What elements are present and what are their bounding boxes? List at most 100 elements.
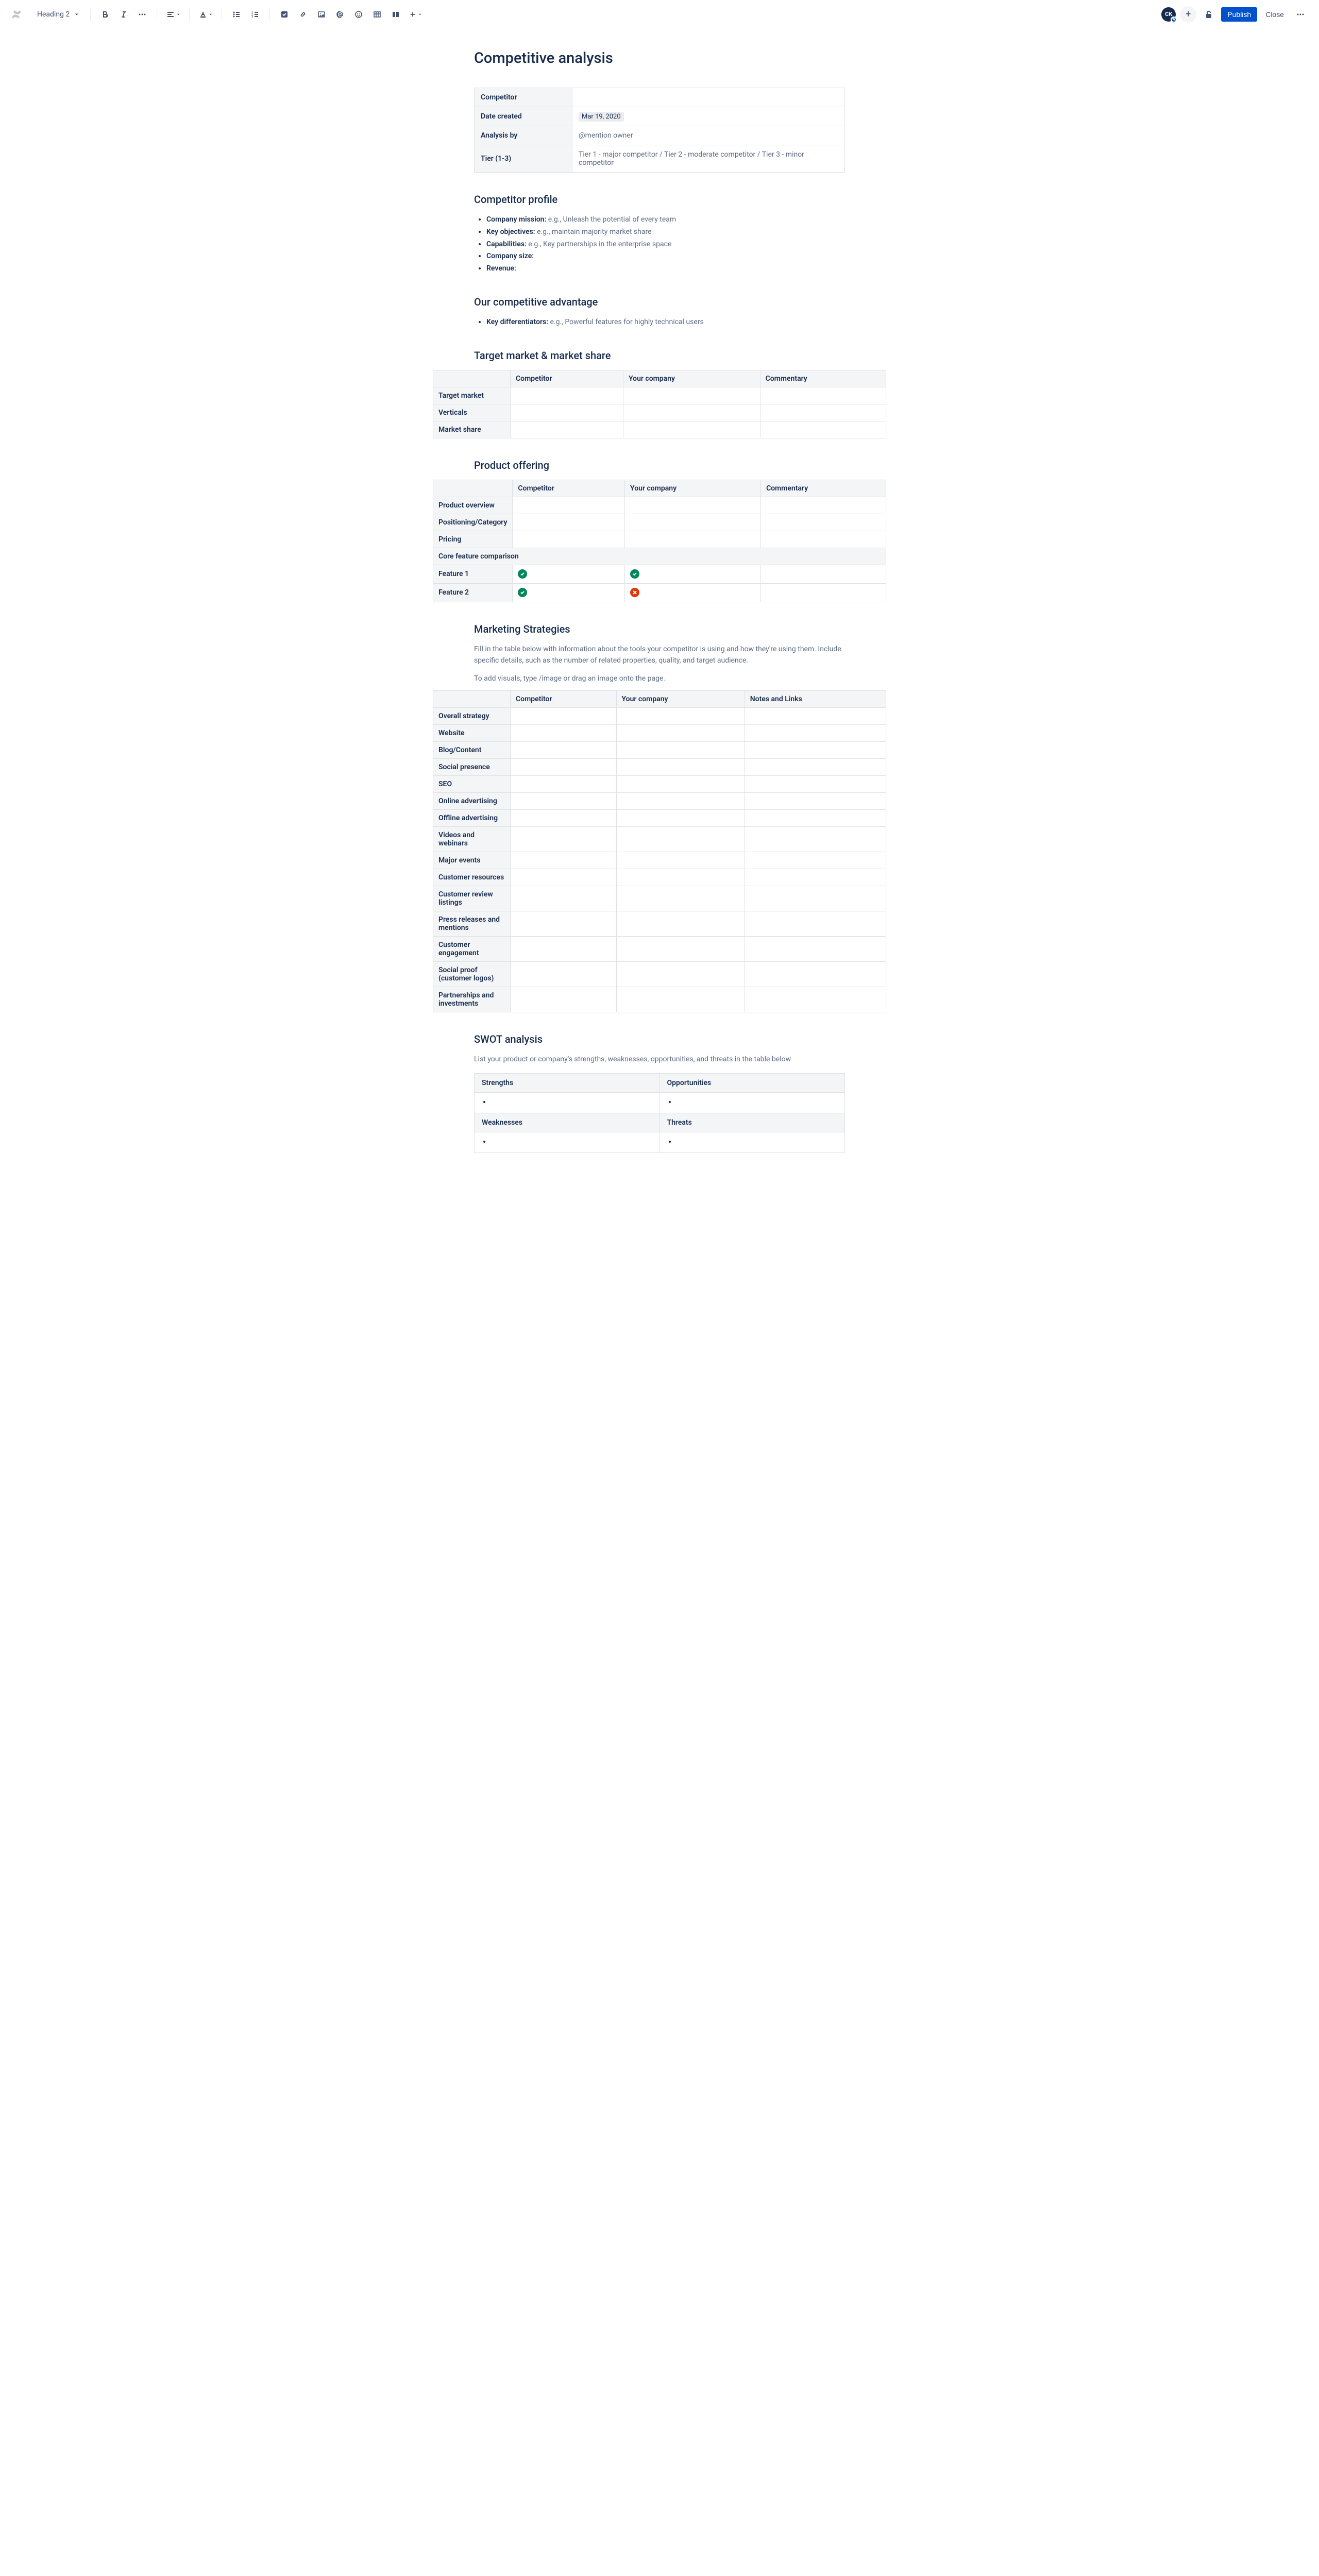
table-row-label[interactable]: Customer resources (433, 869, 511, 886)
more-formatting-button[interactable] (134, 6, 150, 23)
table-cell[interactable] (511, 404, 623, 421)
marketing-table[interactable]: Competitor Your company Notes and Links … (433, 690, 886, 1012)
mention-placeholder[interactable]: @mention owner (579, 131, 633, 140)
table-header[interactable]: Your company (616, 690, 745, 707)
table-cell[interactable] (511, 886, 617, 911)
text-style-select[interactable]: Heading 2 (33, 8, 84, 21)
swot-cell[interactable] (475, 1132, 660, 1153)
section-heading-product-offering[interactable]: Product offering (474, 459, 845, 471)
table-cell[interactable] (513, 497, 625, 514)
table-cell[interactable] (745, 961, 886, 987)
table-cell[interactable] (616, 961, 745, 987)
table-header[interactable]: Competitor (513, 480, 625, 497)
table-cell[interactable] (623, 404, 760, 421)
target-market-table[interactable]: Competitor Your company Commentary Targe… (433, 370, 886, 438)
table-header[interactable]: Notes and Links (745, 690, 886, 707)
table-cell[interactable] (616, 936, 745, 961)
table-row-label[interactable]: Market share (433, 421, 511, 438)
table-cell[interactable] (511, 758, 617, 775)
invite-button[interactable]: + (1180, 6, 1196, 23)
restrictions-button[interactable] (1200, 6, 1217, 23)
table-row-label[interactable]: Videos and webinars (433, 826, 511, 852)
date-chip[interactable]: Mar 19, 2020 (579, 112, 624, 122)
table-row-label[interactable]: Feature 1 (433, 565, 513, 583)
table-cell[interactable] (761, 531, 886, 548)
table-cell[interactable] (511, 987, 617, 1012)
table-header[interactable]: Commentary (760, 370, 886, 387)
table-cell[interactable] (616, 809, 745, 826)
table-cell[interactable] (511, 741, 617, 758)
table-header[interactable]: Your company (625, 480, 761, 497)
section-heading-competitor-profile[interactable]: Competitor profile (474, 193, 845, 206)
table-cell[interactable] (616, 886, 745, 911)
swot-cell[interactable] (660, 1093, 845, 1113)
table-row-label[interactable]: Press releases and mentions (433, 911, 511, 936)
align-button[interactable] (163, 6, 183, 23)
table-cell[interactable] (625, 497, 761, 514)
info-label[interactable]: Analysis by (475, 126, 572, 145)
table-cell[interactable] (625, 514, 761, 531)
section-heading-marketing[interactable]: Marketing Strategies (474, 623, 845, 635)
table-cell[interactable] (745, 911, 886, 936)
table-header[interactable]: Competitor (511, 690, 617, 707)
insert-button[interactable] (406, 6, 425, 23)
table-row-label[interactable]: SEO (433, 775, 511, 792)
table-header[interactable] (433, 370, 511, 387)
table-cell[interactable] (745, 707, 886, 724)
table-header[interactable] (433, 480, 513, 497)
table-header[interactable]: Commentary (761, 480, 886, 497)
info-label[interactable]: Date created (475, 107, 572, 126)
table-row-label[interactable]: Website (433, 724, 511, 741)
table-section-row[interactable]: Core feature comparison (433, 548, 886, 565)
table-cell[interactable] (511, 707, 617, 724)
info-value[interactable] (572, 88, 845, 107)
table-cell[interactable] (511, 809, 617, 826)
swot-table[interactable]: Strengths Opportunities Weaknesses Threa… (474, 1073, 845, 1153)
table-row-label[interactable]: Partnerships and investments (433, 987, 511, 1012)
table-row-label[interactable]: Blog/Content (433, 741, 511, 758)
list-item[interactable] (677, 1098, 838, 1106)
table-cell[interactable] (623, 421, 760, 438)
table-cell[interactable] (761, 583, 886, 602)
section-heading-advantage[interactable]: Our competitive advantage (474, 296, 845, 308)
table-cell[interactable] (511, 792, 617, 809)
table-cell[interactable] (745, 775, 886, 792)
info-value[interactable]: @mention owner (572, 126, 845, 145)
table-row-label[interactable]: Target market (433, 387, 511, 404)
table-row-label[interactable]: Overall strategy (433, 707, 511, 724)
table-cell[interactable] (616, 987, 745, 1012)
table-cell[interactable] (616, 724, 745, 741)
advantage-list[interactable]: Key differentiators: e.g., Powerful feat… (474, 316, 845, 329)
table-row-label[interactable]: Social presence (433, 758, 511, 775)
table-row-label[interactable]: Product overview (433, 497, 513, 514)
numbered-list-button[interactable]: 123 (247, 6, 263, 23)
table-cell[interactable] (760, 387, 886, 404)
info-table[interactable]: Competitor Date created Mar 19, 2020 Ana… (474, 88, 845, 173)
table-cell[interactable] (745, 741, 886, 758)
text-color-button[interactable] (196, 6, 215, 23)
table-cell[interactable] (761, 565, 886, 583)
table-cell[interactable] (760, 421, 886, 438)
task-list-button[interactable] (276, 6, 293, 23)
table-cell[interactable] (745, 852, 886, 869)
bold-button[interactable] (97, 6, 113, 23)
table-row-label[interactable]: Verticals (433, 404, 511, 421)
table-cell[interactable] (625, 531, 761, 548)
table-row-label[interactable]: Customer review listings (433, 886, 511, 911)
table-button[interactable] (369, 6, 385, 23)
table-cell[interactable] (745, 809, 886, 826)
table-cell[interactable] (513, 531, 625, 548)
table-row-label[interactable]: Feature 2 (433, 583, 513, 602)
table-cell[interactable] (745, 936, 886, 961)
table-cell[interactable] (623, 387, 760, 404)
table-cell[interactable] (616, 869, 745, 886)
table-cell[interactable] (511, 852, 617, 869)
swot-header[interactable]: Weaknesses (475, 1113, 660, 1132)
marketing-para-1[interactable]: Fill in the table below with information… (474, 643, 845, 667)
swot-header[interactable]: Opportunities (660, 1074, 845, 1093)
table-cell[interactable] (745, 987, 886, 1012)
table-row-label[interactable]: Social proof (customer logos) (433, 961, 511, 987)
table-row-label[interactable]: Customer engagement (433, 936, 511, 961)
marketing-para-2[interactable]: To add visuals, type /image or drag an i… (474, 673, 845, 684)
competitor-profile-list[interactable]: Company mission: e.g., Unleash the poten… (474, 214, 845, 275)
